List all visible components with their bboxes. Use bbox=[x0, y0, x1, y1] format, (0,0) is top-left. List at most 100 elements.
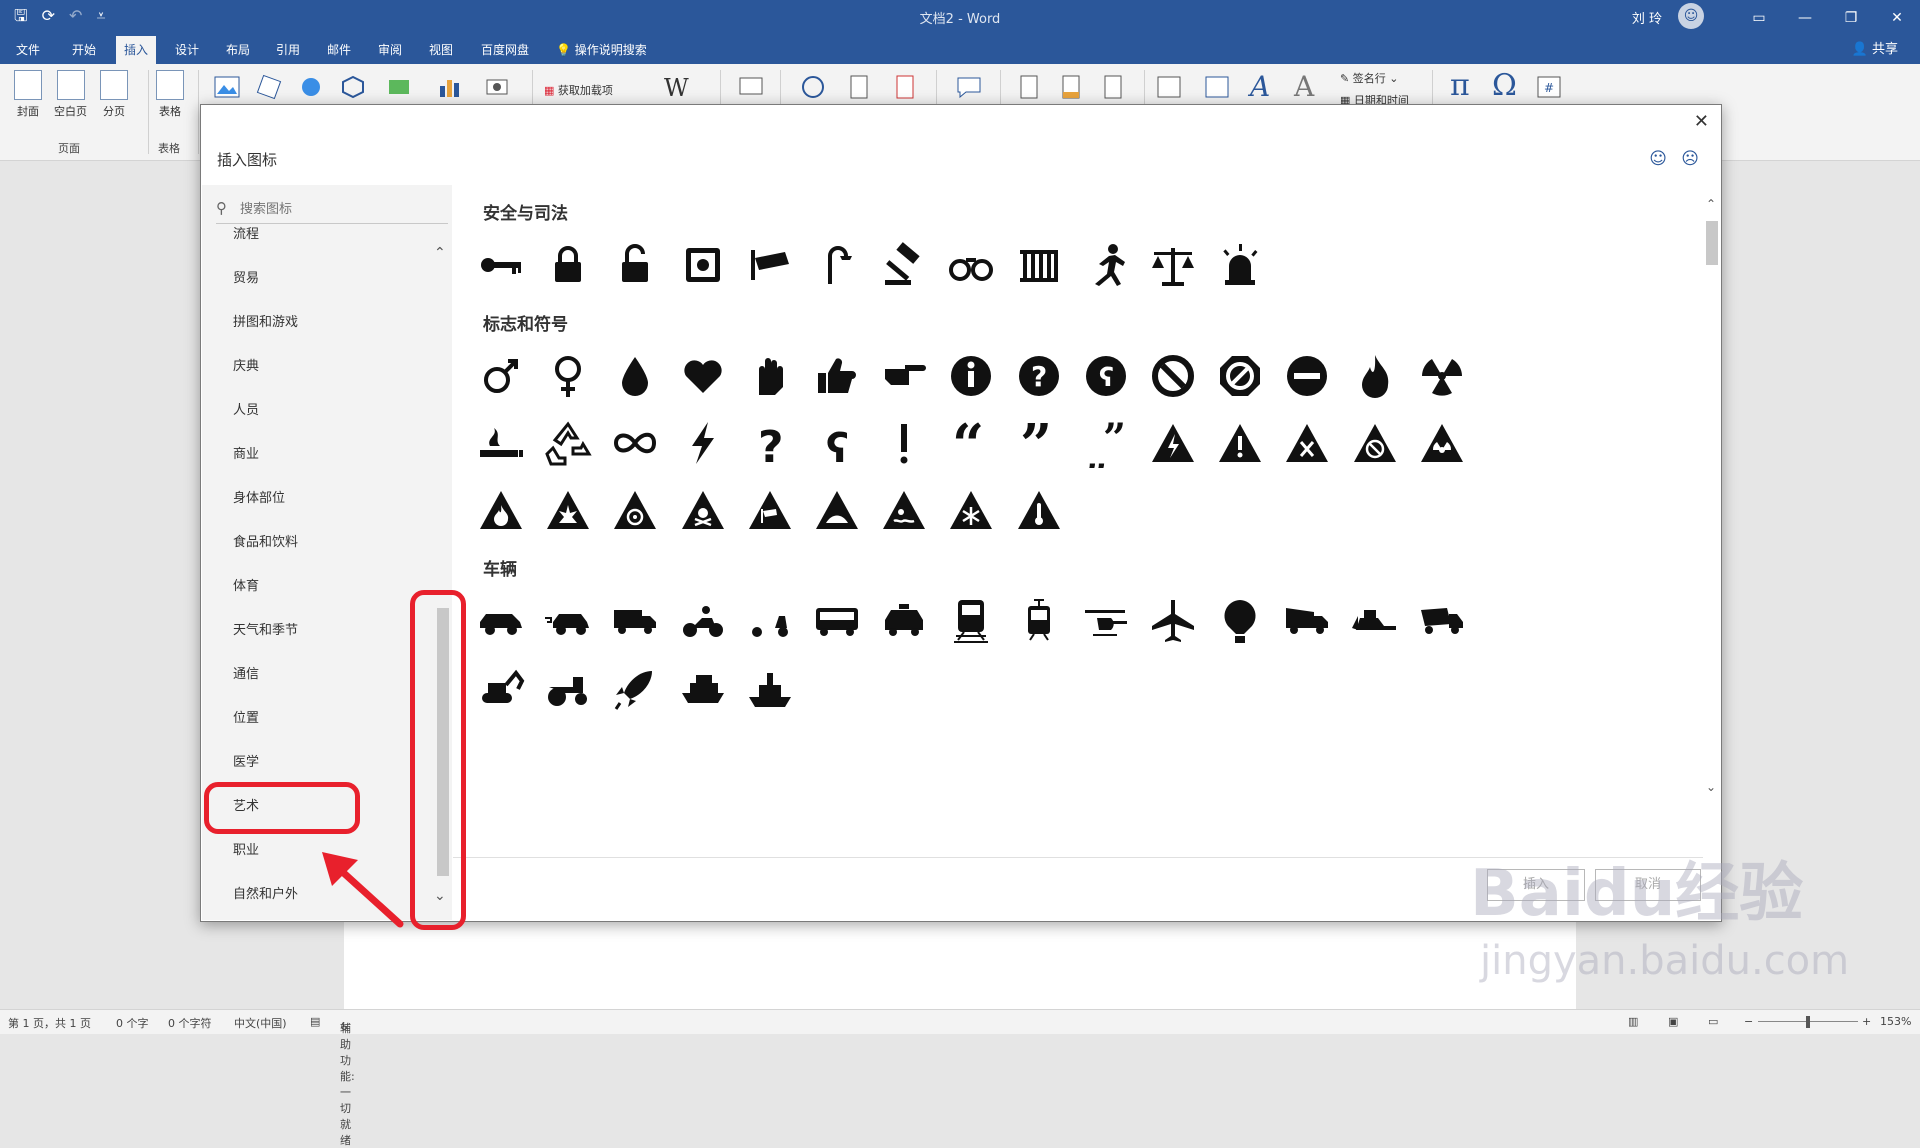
category-item[interactable]: 位置 bbox=[233, 707, 259, 726]
link-icon[interactable] bbox=[800, 74, 826, 100]
minimize-icon[interactable]: — bbox=[1782, 0, 1828, 36]
number-icon[interactable]: # bbox=[1536, 74, 1562, 100]
unlock-icon[interactable] bbox=[605, 235, 665, 295]
quote-open-icon[interactable]: “ bbox=[941, 412, 1001, 478]
search-input[interactable] bbox=[238, 197, 442, 221]
frown-feedback-icon[interactable]: ☹ bbox=[1681, 149, 1699, 169]
cruise-ship-icon[interactable] bbox=[673, 658, 733, 718]
category-item[interactable]: 庆典 bbox=[233, 355, 259, 374]
category-item[interactable]: 身体部位 bbox=[233, 487, 285, 506]
taxi-icon[interactable] bbox=[874, 591, 934, 651]
pointing-hand-icon[interactable] bbox=[874, 346, 934, 406]
warning-no-icon[interactable] bbox=[1345, 413, 1405, 473]
warning-temperature-icon[interactable] bbox=[1009, 480, 1069, 540]
warning-biohazard-icon[interactable] bbox=[605, 480, 665, 540]
stop-octagon-icon[interactable] bbox=[1210, 346, 1270, 406]
bus-icon[interactable] bbox=[807, 591, 867, 651]
quote-close-icon[interactable]: ” bbox=[1009, 412, 1069, 478]
footer-icon[interactable] bbox=[1058, 74, 1084, 100]
gallery-scrollbar[interactable]: ⌃ ⌄ bbox=[1704, 185, 1720, 800]
key-icon[interactable] bbox=[471, 235, 531, 295]
avatar[interactable]: ☺ bbox=[1678, 3, 1704, 29]
handcuffs-icon[interactable] bbox=[941, 235, 1001, 295]
radioactive-icon[interactable] bbox=[1412, 346, 1472, 406]
recycle-icon[interactable] bbox=[538, 413, 598, 473]
category-item[interactable]: 天气和季节 bbox=[233, 619, 298, 638]
car-icon[interactable] bbox=[471, 591, 531, 651]
warning-snow-icon[interactable] bbox=[941, 480, 1001, 540]
category-item[interactable]: 商业 bbox=[233, 443, 259, 462]
motorcycle-icon[interactable] bbox=[673, 591, 733, 651]
smile-feedback-icon[interactable]: ☺ bbox=[1649, 149, 1667, 169]
category-item[interactable]: 自然和户外 bbox=[233, 883, 298, 902]
cement-mixer-icon[interactable] bbox=[1412, 591, 1472, 651]
text-box-icon[interactable] bbox=[1156, 74, 1182, 100]
minus-circle-icon[interactable] bbox=[1277, 346, 1337, 406]
streetlight-icon[interactable] bbox=[807, 235, 867, 295]
category-item[interactable]: 拼图和游戏 bbox=[233, 311, 298, 330]
category-item[interactable]: 流程 bbox=[233, 223, 259, 242]
share-button[interactable]: 👤 共享 bbox=[1852, 36, 1898, 64]
table-button[interactable]: 表格 bbox=[156, 70, 184, 119]
exclamation-icon[interactable] bbox=[874, 413, 934, 473]
hook-question-circle-icon[interactable]: ʕ bbox=[1076, 346, 1136, 406]
get-addins-button[interactable]: ▦ 获取加载项 bbox=[544, 82, 613, 98]
zoom-in-icon[interactable]: + bbox=[1862, 1015, 1871, 1028]
tab-review[interactable]: 审阅 bbox=[378, 36, 402, 64]
electric-car-icon[interactable] bbox=[538, 591, 598, 651]
tram-icon[interactable] bbox=[1009, 591, 1069, 651]
language[interactable]: 中文(中国) bbox=[234, 1015, 287, 1031]
excavator-icon[interactable] bbox=[471, 658, 531, 718]
drop-cap-icon[interactable]: A bbox=[1294, 70, 1314, 103]
ship-icon[interactable] bbox=[740, 658, 800, 718]
chevron-up-icon[interactable]: ⌃ bbox=[434, 245, 446, 261]
tab-layout[interactable]: 布局 bbox=[226, 36, 250, 64]
heart-icon[interactable] bbox=[673, 346, 733, 406]
online-video-icon[interactable] bbox=[738, 74, 764, 100]
print-layout-icon[interactable]: ▣ bbox=[1668, 1015, 1678, 1028]
female-icon[interactable] bbox=[538, 346, 598, 406]
question-circle-icon[interactable]: ? bbox=[1009, 346, 1069, 406]
tab-references[interactable]: 引用 bbox=[276, 36, 300, 64]
online-picture-icon[interactable] bbox=[256, 74, 282, 100]
chart-icon[interactable] bbox=[436, 74, 462, 100]
warning-hill-icon[interactable] bbox=[807, 480, 867, 540]
lock-icon[interactable] bbox=[538, 235, 598, 295]
drop-icon[interactable] bbox=[605, 346, 665, 406]
fire-icon[interactable] bbox=[1345, 346, 1405, 406]
icons-icon[interactable] bbox=[340, 74, 366, 100]
smoking-icon[interactable] bbox=[471, 413, 531, 473]
smartart-icon[interactable] bbox=[386, 74, 412, 100]
hand-icon[interactable] bbox=[740, 346, 800, 406]
scales-icon[interactable] bbox=[1143, 235, 1203, 295]
question-icon[interactable]: ? bbox=[740, 413, 800, 473]
char-count[interactable]: 0 个字符 bbox=[168, 1015, 212, 1031]
siren-icon[interactable] bbox=[1210, 235, 1270, 295]
warning-water-icon[interactable] bbox=[874, 480, 934, 540]
signature-line-button[interactable]: ✎ 签名行 ⌄ bbox=[1340, 70, 1398, 86]
info-icon[interactable] bbox=[941, 346, 1001, 406]
page-count[interactable]: 第 1 页，共 1 页 bbox=[8, 1015, 91, 1031]
header-icon[interactable] bbox=[1016, 74, 1042, 100]
jail-icon[interactable] bbox=[1009, 235, 1069, 295]
ribbon-display-icon[interactable]: ▭ bbox=[1736, 0, 1782, 36]
zoom-level[interactable]: 153% bbox=[1880, 1015, 1911, 1028]
warning-explosion-icon[interactable] bbox=[538, 480, 598, 540]
airplane-icon[interactable] bbox=[1143, 591, 1203, 651]
bookmark-icon[interactable] bbox=[846, 74, 872, 100]
tab-view[interactable]: 视图 bbox=[429, 36, 453, 64]
warning-electric-icon[interactable] bbox=[1143, 413, 1203, 473]
quick-parts-icon[interactable] bbox=[1204, 74, 1230, 100]
shapes-icon[interactable] bbox=[298, 74, 324, 100]
tab-mailings[interactable]: 邮件 bbox=[327, 36, 351, 64]
runner-icon[interactable] bbox=[1076, 235, 1136, 295]
tab-file[interactable]: 文件 bbox=[16, 36, 40, 64]
train-icon[interactable] bbox=[941, 591, 1001, 651]
tab-baidu-netdisk[interactable]: 百度网盘 bbox=[481, 36, 529, 64]
gallery-scrollbar-thumb[interactable] bbox=[1706, 221, 1718, 265]
screenshot-icon[interactable] bbox=[484, 74, 510, 100]
security-camera-icon[interactable] bbox=[740, 235, 800, 295]
category-item[interactable]: 人员 bbox=[233, 399, 259, 418]
hot-air-balloon-icon[interactable] bbox=[1210, 591, 1270, 651]
category-item[interactable]: 职业 bbox=[233, 839, 259, 858]
